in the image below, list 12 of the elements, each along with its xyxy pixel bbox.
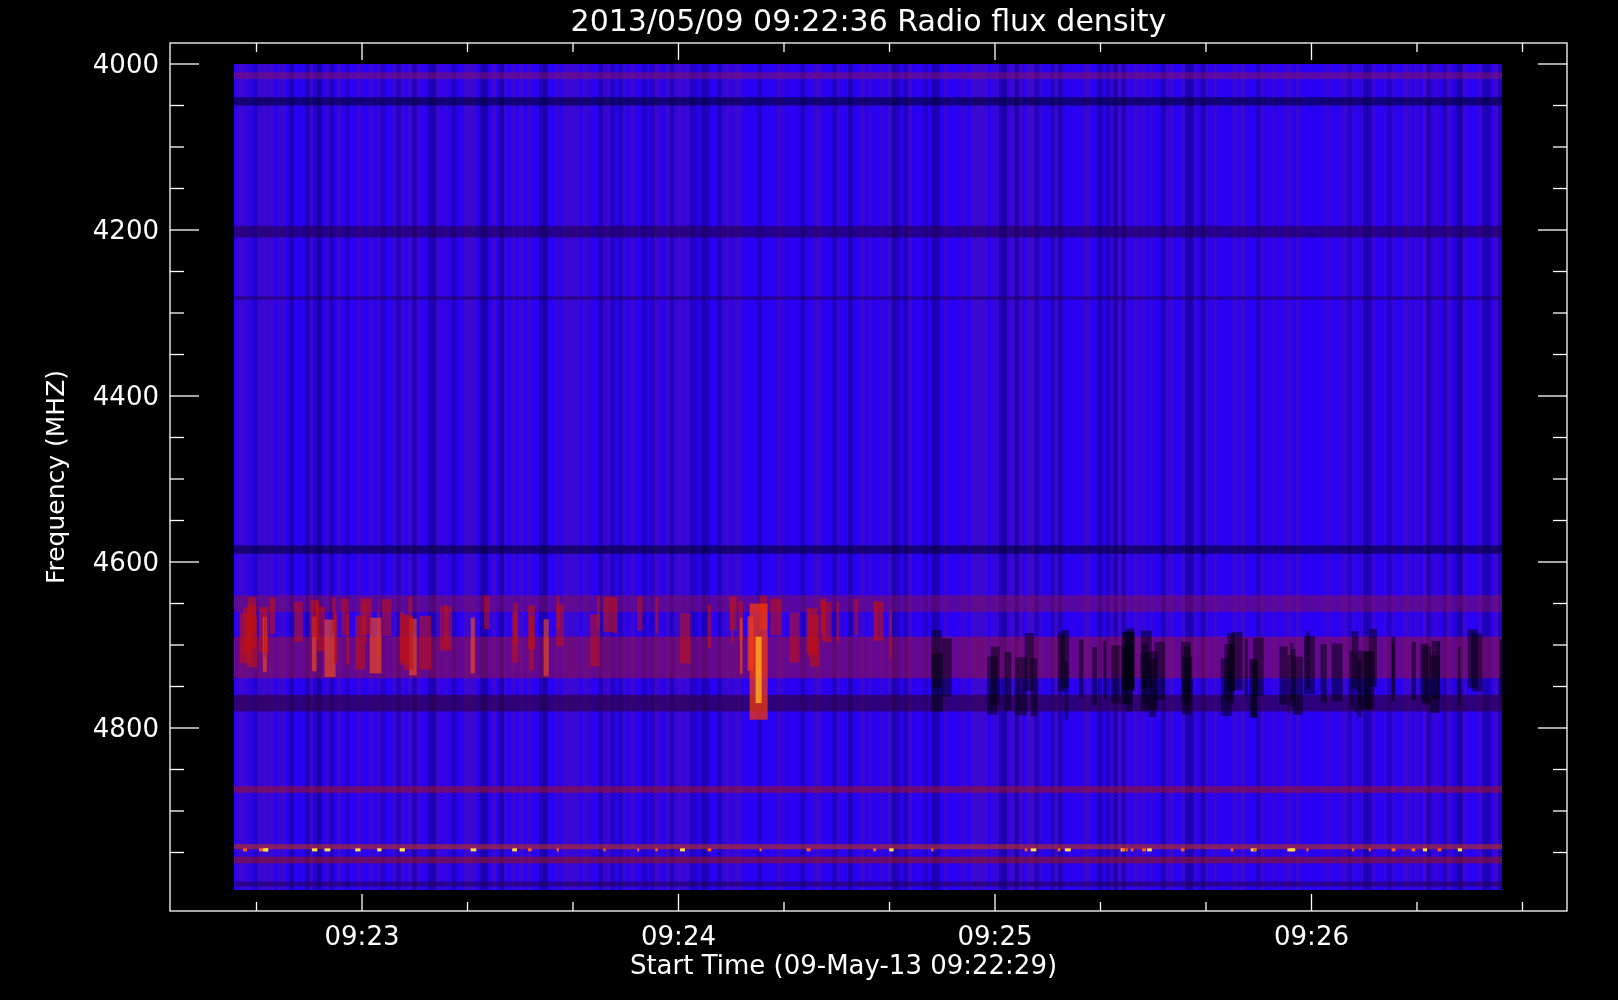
axis-title: Start Time (09-May-13 09:22:29) (629, 950, 1058, 980)
chart-title: 2013/05/09 09:22:36 Radio flux density (570, 3, 1167, 38)
tick-label: 4600 (92, 547, 159, 577)
tick-label: 09:25 (957, 921, 1033, 951)
tick-label: 09:24 (641, 921, 716, 951)
tick-label: 4000 (92, 49, 159, 79)
tick-label: 4400 (92, 381, 159, 411)
tick-label: 4800 (92, 713, 159, 743)
axis-title: Frequency (MHZ) (41, 369, 70, 585)
tick-label: 4200 (92, 215, 159, 245)
tick-label: 09:23 (324, 921, 400, 951)
tick-label: 09:26 (1274, 921, 1349, 951)
